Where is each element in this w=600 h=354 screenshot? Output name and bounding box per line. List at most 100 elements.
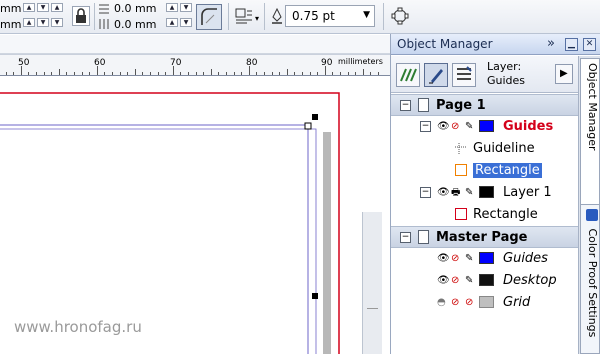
ruler-tick <box>378 72 379 75</box>
tree-row-grid[interactable]: ◓ ⊘ ⊘ Grid <box>391 292 579 314</box>
tree-row-rectangle-selected[interactable]: Rectangle <box>391 160 579 182</box>
ruler-tick <box>248 66 250 75</box>
ruler-tick <box>134 69 136 75</box>
offset-x-icon <box>99 4 109 14</box>
tree-row-page-1[interactable]: − Page 1 <box>391 94 579 116</box>
eye-icon[interactable]: 👁 <box>437 121 450 133</box>
collapse-icon-4[interactable]: − <box>400 232 411 243</box>
pencil-icon-2[interactable]: ✎ <box>465 187 473 199</box>
collapse-chevron-icon[interactable]: » <box>547 36 555 51</box>
layer-color-swatch-4[interactable] <box>479 274 494 286</box>
drawing-canvas[interactable] <box>0 77 390 354</box>
layer-color-swatch-5[interactable] <box>479 296 494 308</box>
ruler-tick <box>286 69 288 75</box>
object-tree: − Page 1 − 👁 ⊘ ✎ Guides Guideline Rectan… <box>391 94 579 354</box>
edit-across-layers-button[interactable] <box>424 63 448 87</box>
ruler-tick <box>96 66 98 75</box>
layer-color-swatch-2[interactable] <box>479 186 494 198</box>
pencil-icon-4[interactable]: ✎ <box>465 275 473 287</box>
scale-up-arrow-icon[interactable]: ▲ <box>23 3 35 12</box>
offset-y-field[interactable]: 0.0 mm <box>114 18 156 31</box>
tree-row-master-guides[interactable]: 👁 ⊘ ✎ Guides <box>391 248 579 270</box>
collapse-icon[interactable]: − <box>400 100 411 111</box>
scale-down-arrow-icon-2[interactable]: ▼ <box>37 18 49 27</box>
ruler-tick <box>89 72 91 75</box>
vertical-scrollbar[interactable] <box>362 212 382 354</box>
wrap-text-dropdown-arrow-icon[interactable]: ▾ <box>255 14 259 23</box>
eye-icon-2[interactable]: 👁 <box>437 187 450 199</box>
no-print-icon-4[interactable]: ⊘ <box>451 297 459 309</box>
offset-y-up-icon[interactable]: ▲ <box>166 18 178 27</box>
layer-color-swatch-3[interactable] <box>479 252 494 264</box>
ruler-tick <box>203 72 205 75</box>
play-arrow-icon: ▶ <box>560 68 568 79</box>
chevron-down-icon[interactable]: ▼ <box>363 10 370 20</box>
toolbar-separator <box>94 3 95 30</box>
collapse-icon-3[interactable]: − <box>420 187 431 198</box>
ruler-tick <box>340 72 341 75</box>
tree-row-rectangle[interactable]: Rectangle <box>391 204 579 226</box>
close-icon[interactable]: ✕ <box>583 38 596 51</box>
pencil-icon-3[interactable]: ✎ <box>465 253 473 265</box>
ruler-tick <box>317 72 319 75</box>
tree-row-desktop[interactable]: 👁 ⊘ ✎ Desktop <box>391 270 579 292</box>
tree-label-rectangle-selected: Rectangle <box>473 163 542 178</box>
corner-round-icon[interactable] <box>196 4 222 30</box>
offset-y-down-icon[interactable]: ▼ <box>180 18 192 27</box>
ruler-tick <box>43 72 45 75</box>
no-print-icon-3[interactable]: ⊘ <box>451 275 459 287</box>
no-print-icon-2[interactable]: ⊘ <box>451 253 459 265</box>
ruler-tick <box>36 72 37 75</box>
tree-row-guides-layer[interactable]: − 👁 ⊘ ✎ Guides <box>391 116 579 138</box>
scale-up-arrow-icon-2[interactable]: ▲ <box>23 18 35 27</box>
ruler-label-80: 80 <box>246 58 258 68</box>
layer-name: Guides <box>487 74 526 87</box>
wrap-text-icon[interactable] <box>235 8 253 24</box>
tree-row-layer-1[interactable]: − 👁 🖶 ✎ Layer 1 <box>391 182 579 204</box>
ruler-tick <box>218 72 220 75</box>
eye-icon-4[interactable]: 👁 <box>437 275 450 287</box>
size-down-arrow-icon[interactable]: ▼ <box>51 18 63 27</box>
printer-icon[interactable]: 🖶 <box>451 187 460 199</box>
ruler-tick <box>195 72 197 75</box>
offset-x-down-icon[interactable]: ▼ <box>180 3 192 12</box>
convert-outline-icon[interactable] <box>390 6 410 26</box>
tree-label-rectangle: Rectangle <box>473 207 538 222</box>
guideline-icon <box>455 143 467 155</box>
outline-width-value: 0.75 pt <box>292 9 335 23</box>
minimize-icon[interactable]: ▁ <box>565 38 578 51</box>
tab-color-proof-settings[interactable]: Color Proof Settings <box>580 204 600 354</box>
docker-toolbar: Layer: Guides ▶ <box>391 56 579 93</box>
toolbar-strip <box>0 35 390 54</box>
tree-row-master-page[interactable]: − Master Page <box>391 226 579 248</box>
hidden-eye-icon[interactable]: ◓ <box>437 297 446 309</box>
layer-color-swatch[interactable] <box>479 120 494 132</box>
offset-x-field[interactable]: 0.0 mm <box>114 2 156 15</box>
ruler-unit: millimeters <box>338 57 383 66</box>
collapse-icon-2[interactable]: − <box>420 121 431 132</box>
offset-x-up-icon[interactable]: ▲ <box>166 3 178 12</box>
ruler-tick <box>324 66 326 75</box>
scrollbar-thumb[interactable] <box>367 308 378 328</box>
outline-width-select[interactable]: 0.75 pt ▼ <box>285 5 375 27</box>
ruler-tick <box>28 72 30 75</box>
page-icon-2 <box>418 230 429 244</box>
tree-label-page-1: Page 1 <box>436 98 486 113</box>
ruler-label-60: 60 <box>94 58 106 68</box>
scale-down-arrow-icon[interactable]: ▼ <box>37 3 49 12</box>
docker-side-tabs: Object Manager ✕ Color Proof Settings <box>578 56 600 354</box>
toolbar-separator-2 <box>228 3 229 30</box>
pencil-icon[interactable]: ✎ <box>465 121 473 133</box>
eye-icon-3[interactable]: 👁 <box>437 253 450 265</box>
tab-object-manager[interactable]: Object Manager <box>580 58 600 208</box>
docker-menu-button[interactable]: ▶ <box>555 64 573 84</box>
ruler-tick <box>362 69 364 75</box>
layer-manager-view-button[interactable] <box>452 63 476 87</box>
no-print-icon[interactable]: ⊘ <box>451 121 459 133</box>
horizontal-ruler[interactable]: 50 60 70 80 90 millimeters <box>0 54 390 76</box>
no-edit-icon[interactable]: ⊘ <box>465 297 473 309</box>
show-properties-button[interactable] <box>396 63 420 87</box>
size-up-arrow-icon[interactable]: ▲ <box>51 3 63 12</box>
tree-row-guideline[interactable]: Guideline <box>391 138 579 160</box>
lock-ratio-icon[interactable] <box>72 6 90 26</box>
